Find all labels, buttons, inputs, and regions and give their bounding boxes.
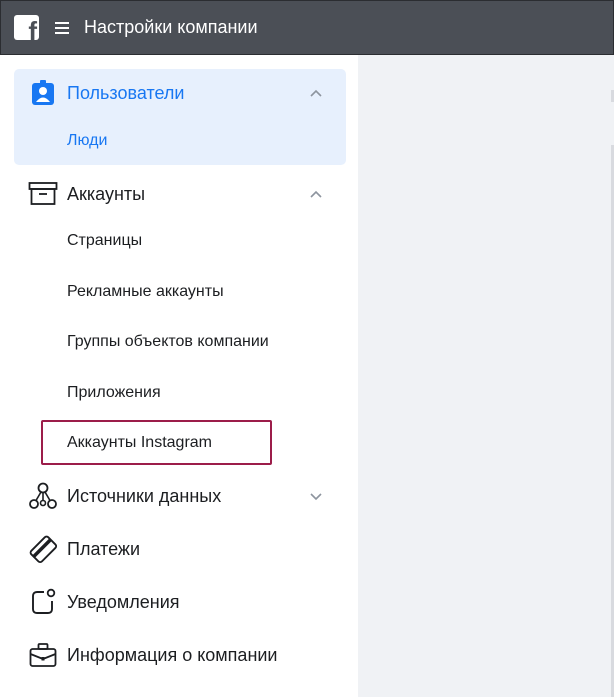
sidebar-item-payments[interactable]: Платежи	[0, 529, 358, 569]
sidebar-subitem-label: Люди	[67, 132, 108, 149]
sidebar-subitem-pages[interactable]: Страницы	[0, 223, 358, 259]
page-title: Настройки компании	[84, 17, 258, 37]
sidebar-item-label: Пользователи	[67, 82, 185, 103]
sidebar-subitem-ad-accounts[interactable]: Рекламные аккаунты	[0, 274, 358, 310]
sidebar-subitem-apps[interactable]: Приложения	[0, 375, 358, 411]
notification-icon	[28, 587, 58, 617]
credit-card-icon	[28, 534, 58, 564]
sidebar-item-accounts[interactable]: Аккаунты	[0, 174, 358, 214]
highlight-box	[41, 420, 272, 465]
chevron-down-icon[interactable]	[309, 491, 323, 501]
sidebar-item-label: Источники данных	[67, 485, 222, 506]
logo-letter: f	[28, 16, 37, 40]
sidebar-item-label: Аккаунты	[67, 183, 146, 204]
archive-box-icon	[28, 179, 58, 209]
chevron-up-icon[interactable]	[309, 189, 323, 199]
sidebar-item-business-info[interactable]: Информация о компании	[0, 635, 358, 675]
briefcase-icon	[28, 640, 58, 670]
data-sources-icon	[28, 481, 58, 511]
menu-icon[interactable]	[55, 21, 69, 34]
sidebar-item-label: Информация о компании	[67, 644, 278, 665]
sidebar-item-users[interactable]: Пользователи	[0, 73, 358, 113]
sidebar-subitem-business-asset-groups[interactable]: Группы объектов компании	[0, 324, 358, 360]
sidebar-subitem-label: Страницы	[67, 232, 143, 249]
sidebar-item-notifications[interactable]: Уведомления	[0, 582, 358, 622]
sidebar-item-data-sources[interactable]: Источники данных	[0, 476, 358, 516]
sidebar-subitem-people[interactable]: Люди	[0, 123, 358, 159]
sidebar-item-label: Уведомления	[67, 591, 180, 612]
sidebar-subitem-label: Группы объектов компании	[67, 333, 269, 350]
main-content	[358, 55, 614, 697]
user-badge-icon	[28, 78, 58, 108]
chevron-up-icon[interactable]	[309, 88, 323, 98]
sidebar-subitem-label: Рекламные аккаунты	[67, 283, 224, 300]
top-bar: f Настройки компании	[0, 0, 614, 55]
facebook-logo-icon[interactable]: f	[14, 15, 39, 40]
sidebar-subitem-label: Приложения	[67, 384, 161, 401]
sidebar-item-label: Платежи	[67, 538, 141, 559]
sidebar: Пользователи Люди Аккаунты Страницы Рекл…	[0, 55, 358, 697]
